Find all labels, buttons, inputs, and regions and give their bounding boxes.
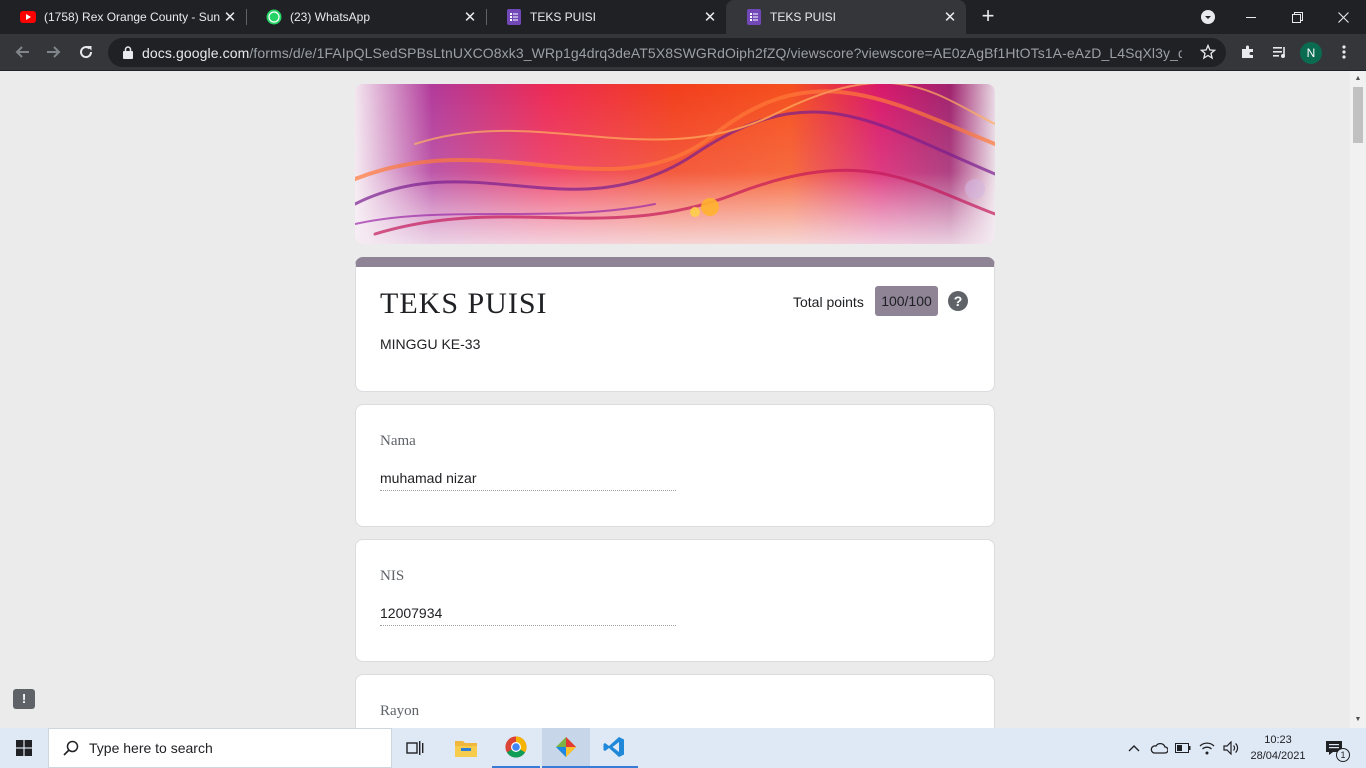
- google-forms-icon: [506, 9, 522, 25]
- chrome-menu-icon[interactable]: [1332, 40, 1356, 64]
- question-answer: 12007934: [380, 605, 676, 626]
- clock-date: 28/04/2021: [1250, 750, 1306, 762]
- volume-icon[interactable]: [1220, 728, 1242, 768]
- tab-title: TEKS PUISI: [770, 10, 837, 24]
- question-label: NIS: [380, 568, 405, 584]
- search-icon: [63, 740, 79, 756]
- close-tab-icon[interactable]: ✕: [940, 8, 960, 26]
- total-points-label: Total points: [793, 294, 864, 310]
- scrollbar-thumb[interactable]: [1353, 87, 1363, 143]
- windows-start-icon[interactable]: [0, 728, 48, 768]
- url-text: docs.google.com/forms/d/e/1FAIpQLSedSPBs…: [142, 45, 1182, 61]
- google-forms-icon: [746, 9, 762, 25]
- url-path: /forms/d/e/1FAIpQLSedSPBsLtnUXCO8xk3_WRp…: [249, 44, 1182, 61]
- question-answer: muhamad nizar: [380, 470, 676, 491]
- taskbar-search-box[interactable]: Type here to search: [48, 728, 392, 768]
- vscode-taskbar-icon[interactable]: [590, 728, 638, 768]
- whatsapp-icon: [266, 9, 282, 25]
- question-card: NIS 12007934: [355, 539, 995, 662]
- chrome-taskbar-icon[interactable]: [492, 728, 540, 768]
- tab-whatsapp[interactable]: (23) WhatsApp ✕: [246, 0, 486, 34]
- show-hidden-icons-chevron-icon[interactable]: [1124, 728, 1144, 768]
- battery-icon[interactable]: [1172, 728, 1194, 768]
- reload-icon[interactable]: [74, 40, 98, 64]
- question-label: Rayon: [380, 703, 420, 719]
- question-label: Nama: [380, 433, 416, 449]
- extensions-puzzle-icon[interactable]: [1236, 40, 1260, 64]
- report-feedback-icon[interactable]: !: [13, 689, 35, 709]
- tab-forms-2-active[interactable]: TEKS PUISI ✕: [726, 0, 966, 34]
- form-title: TEKS PUISI: [380, 287, 548, 320]
- back-arrow-icon[interactable]: [10, 40, 34, 64]
- restore-window-icon[interactable]: [1274, 0, 1320, 34]
- wifi-icon[interactable]: [1196, 728, 1218, 768]
- close-tab-icon[interactable]: ✕: [700, 8, 720, 26]
- question-card: Nama muhamad nizar: [355, 404, 995, 527]
- minimize-window-icon[interactable]: [1228, 0, 1274, 34]
- notification-center-icon[interactable]: 1: [1316, 728, 1352, 768]
- forward-arrow-icon[interactable]: [42, 40, 66, 64]
- tab-search-icon[interactable]: [1196, 0, 1220, 34]
- new-tab-button[interactable]: +: [976, 4, 1000, 28]
- close-tab-icon[interactable]: ✕: [460, 8, 480, 26]
- task-view-icon[interactable]: [392, 728, 440, 768]
- page-scrollbar[interactable]: ▲ ▼: [1350, 71, 1366, 728]
- taskbar-clock[interactable]: 10:23 28/04/2021: [1244, 732, 1312, 764]
- lock-icon[interactable]: [120, 45, 136, 61]
- tab-youtube[interactable]: (1758) Rex Orange County - Sunflower ✕: [0, 0, 246, 34]
- question-card: Rayon: [355, 674, 995, 728]
- tab-title: TEKS PUISI: [530, 10, 597, 24]
- total-points-score: 100/100: [875, 286, 938, 316]
- form-title-card: TEKS PUISI MINGGU KE-33 Total points 100…: [355, 257, 995, 392]
- app-taskbar-icon[interactable]: [542, 728, 590, 768]
- search-placeholder: Type here to search: [89, 740, 213, 756]
- profile-avatar[interactable]: N: [1300, 42, 1322, 64]
- media-controls-icon[interactable]: [1268, 40, 1292, 64]
- windows-taskbar: Type here to search 10:23 28/04/2021 1: [0, 728, 1366, 768]
- browser-toolbar: docs.google.com/forms/d/e/1FAIpQLSedSPBs…: [0, 34, 1366, 71]
- tab-title: (23) WhatsApp: [290, 10, 371, 24]
- browser-tab-strip: (1758) Rex Orange County - Sunflower ✕ (…: [0, 0, 1366, 34]
- onedrive-cloud-icon[interactable]: [1148, 728, 1170, 768]
- close-window-icon[interactable]: [1320, 0, 1366, 34]
- form-description: MINGGU KE-33: [380, 336, 481, 352]
- tab-forms-1[interactable]: TEKS PUISI ✕: [486, 0, 726, 34]
- help-icon[interactable]: ?: [948, 291, 968, 311]
- page-viewport: TEKS PUISI MINGGU KE-33 Total points 100…: [0, 71, 1350, 728]
- clock-time: 10:23: [1264, 734, 1292, 746]
- youtube-icon: [20, 9, 36, 25]
- scroll-down-icon[interactable]: ▼: [1350, 712, 1366, 728]
- address-bar[interactable]: docs.google.com/forms/d/e/1FAIpQLSedSPBs…: [108, 38, 1226, 67]
- file-explorer-icon[interactable]: [442, 728, 490, 768]
- notification-count-badge: 1: [1336, 748, 1350, 762]
- form-header-image: [355, 84, 995, 244]
- close-tab-icon[interactable]: ✕: [220, 8, 240, 26]
- tab-title: (1758) Rex Orange County - Sunflower: [44, 10, 220, 24]
- scroll-up-icon[interactable]: ▲: [1350, 71, 1366, 87]
- bookmark-star-icon[interactable]: [1199, 43, 1217, 65]
- url-host: docs.google.com: [142, 44, 250, 61]
